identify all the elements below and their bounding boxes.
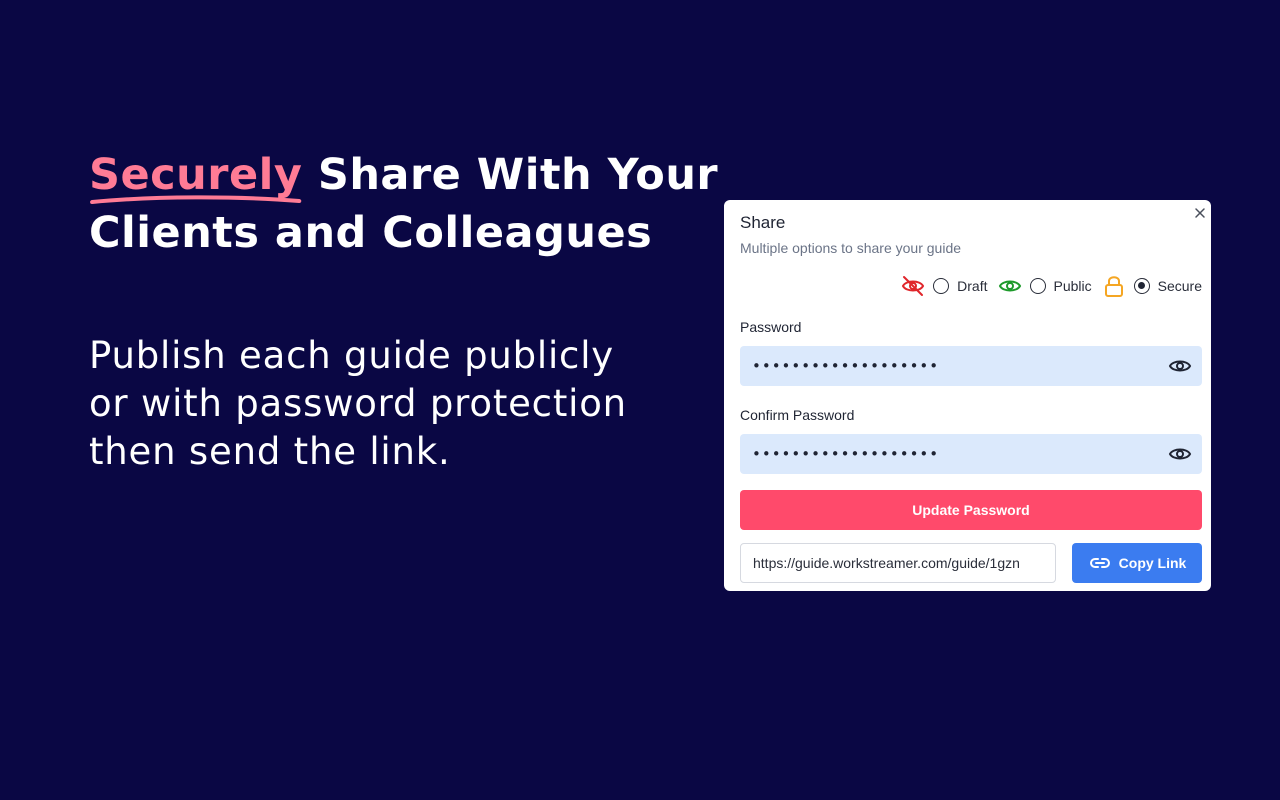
visibility-option-public[interactable]: Public xyxy=(998,274,1092,298)
close-icon[interactable] xyxy=(1193,206,1207,220)
headline-line1-rest: Share With Your xyxy=(302,150,719,200)
radio-draft[interactable] xyxy=(933,278,950,294)
share-dialog: Share Multiple options to share your gui… xyxy=(724,200,1211,591)
dialog-title: Share xyxy=(740,213,786,232)
subcopy-line3: then send the link. xyxy=(89,430,451,473)
radio-public[interactable] xyxy=(1029,278,1046,294)
eye-icon xyxy=(998,280,1021,292)
confirm-password-input[interactable] xyxy=(740,434,1202,474)
headline: Securely Share With Your Clients and Col… xyxy=(89,146,729,262)
visibility-option-draft[interactable]: Draft xyxy=(901,274,988,298)
subcopy-line1: Publish each guide publicly xyxy=(89,334,614,377)
visibility-label-public: Public xyxy=(1053,278,1092,294)
link-icon xyxy=(1089,558,1110,568)
radio-secure[interactable] xyxy=(1133,278,1150,294)
visibility-options: Draft Public Secure xyxy=(891,274,1202,298)
dialog-subtitle: Multiple options to share your guide xyxy=(740,240,962,256)
show-confirm-password-eye-icon[interactable] xyxy=(1168,442,1192,466)
share-link-field-wrapper xyxy=(740,543,1056,583)
show-password-eye-icon[interactable] xyxy=(1168,354,1192,378)
password-field-wrapper xyxy=(740,346,1202,386)
confirm-password-field-wrapper xyxy=(740,434,1202,474)
subcopy-line2: or with password protection xyxy=(89,382,627,425)
headline-accent-word: Securely xyxy=(89,146,302,204)
confirm-password-label: Confirm Password xyxy=(740,407,855,423)
underline-swoosh xyxy=(90,195,302,204)
eye-off-icon xyxy=(902,276,925,296)
visibility-label-secure: Secure xyxy=(1157,278,1202,294)
share-link-input[interactable] xyxy=(741,544,1055,582)
password-input[interactable] xyxy=(740,346,1202,386)
headline-line2: Clients and Colleagues xyxy=(89,208,653,258)
copy-link-label: Copy Link xyxy=(1118,555,1187,571)
visibility-label-draft: Draft xyxy=(957,278,988,294)
subcopy: Publish each guide publicly or with pass… xyxy=(89,332,689,476)
update-password-button[interactable]: Update Password xyxy=(740,490,1202,530)
visibility-option-secure[interactable]: Secure xyxy=(1102,274,1202,298)
password-label: Password xyxy=(740,319,802,335)
copy-link-button[interactable]: Copy Link xyxy=(1072,543,1202,583)
lock-icon xyxy=(1104,276,1123,297)
